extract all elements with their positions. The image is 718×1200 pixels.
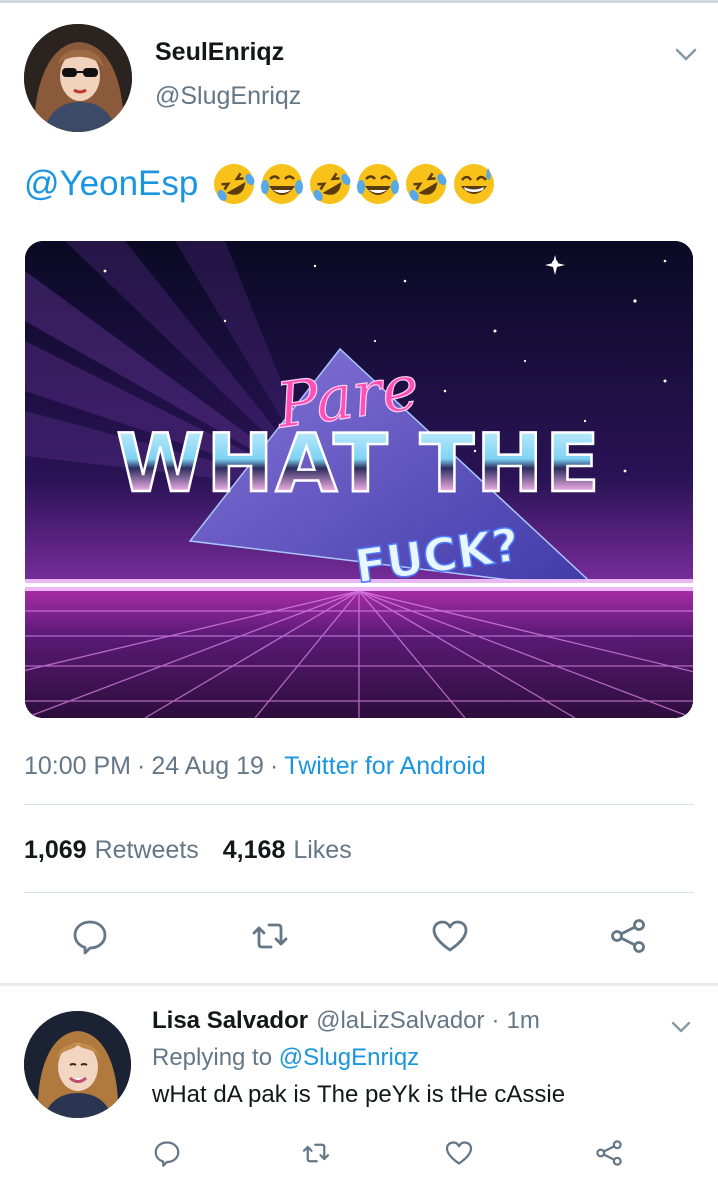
- tweet-date: 24 Aug 19: [151, 752, 264, 780]
- replying-to-line: Replying to @SlugEnriqz: [152, 1044, 420, 1071]
- reply-author-name[interactable]: Lisa Salvador: [152, 1007, 308, 1035]
- tweet-meta: 10:00 PM · 24 Aug 19 · Twitter for Andro…: [24, 752, 486, 781]
- like-heart-icon[interactable]: [428, 914, 472, 958]
- retweets-stat[interactable]: 1,069 Retweets: [24, 836, 199, 865]
- likes-stat[interactable]: 4,168 Likes: [223, 836, 352, 865]
- divider: [24, 892, 694, 893]
- rolling-laughing-emoji-icon: [214, 164, 255, 204]
- emoji-row: [212, 162, 496, 206]
- grinning-sweat-emoji-icon: [454, 164, 495, 204]
- tweet-time: 10:00 PM: [24, 752, 132, 780]
- media-headline: WHAT THE: [116, 417, 602, 510]
- section-separator: [0, 983, 718, 986]
- chevron-down-icon[interactable]: [668, 1014, 694, 1040]
- chevron-down-icon[interactable]: [672, 40, 700, 68]
- reply-text: wHat dA pak is The peYk is tHe cAssie: [152, 1081, 566, 1108]
- reply-time: 1m: [506, 1007, 540, 1034]
- divider: [24, 804, 694, 805]
- tweet-stats: 1,069 Retweets 4,168 Likes: [24, 836, 376, 865]
- tears-of-joy-emoji-icon: [261, 164, 304, 204]
- share-icon[interactable]: [606, 914, 650, 958]
- share-icon[interactable]: [591, 1135, 627, 1171]
- tweet-media-image[interactable]: Pare WHAT THE FUCK?: [25, 241, 693, 718]
- rolling-laughing-emoji-icon: [310, 164, 351, 204]
- tweet-text: @YeonEsp: [24, 162, 496, 206]
- author-name[interactable]: SeulEnriqz: [155, 38, 284, 67]
- retweet-icon[interactable]: [248, 914, 292, 958]
- reply-icon[interactable]: [149, 1135, 185, 1171]
- top-divider: [0, 0, 718, 3]
- tears-of-joy-emoji-icon: [357, 164, 400, 204]
- retweet-icon[interactable]: [298, 1135, 334, 1171]
- reply-author-avatar[interactable]: [24, 1011, 131, 1118]
- reply-header: Lisa Salvador @laLizSalvador · 1m: [152, 1007, 540, 1035]
- reply-icon[interactable]: [68, 914, 112, 958]
- replying-to-mention[interactable]: @SlugEnriqz: [279, 1044, 419, 1071]
- reply-author-handle[interactable]: @laLizSalvador: [316, 1007, 484, 1035]
- like-heart-icon[interactable]: [441, 1135, 477, 1171]
- tweet-source-link[interactable]: Twitter for Android: [284, 752, 485, 781]
- rolling-laughing-emoji-icon: [406, 164, 447, 204]
- mention-link[interactable]: @YeonEsp: [24, 164, 198, 204]
- author-avatar[interactable]: [24, 24, 132, 132]
- author-handle[interactable]: @SlugEnriqz: [155, 82, 301, 111]
